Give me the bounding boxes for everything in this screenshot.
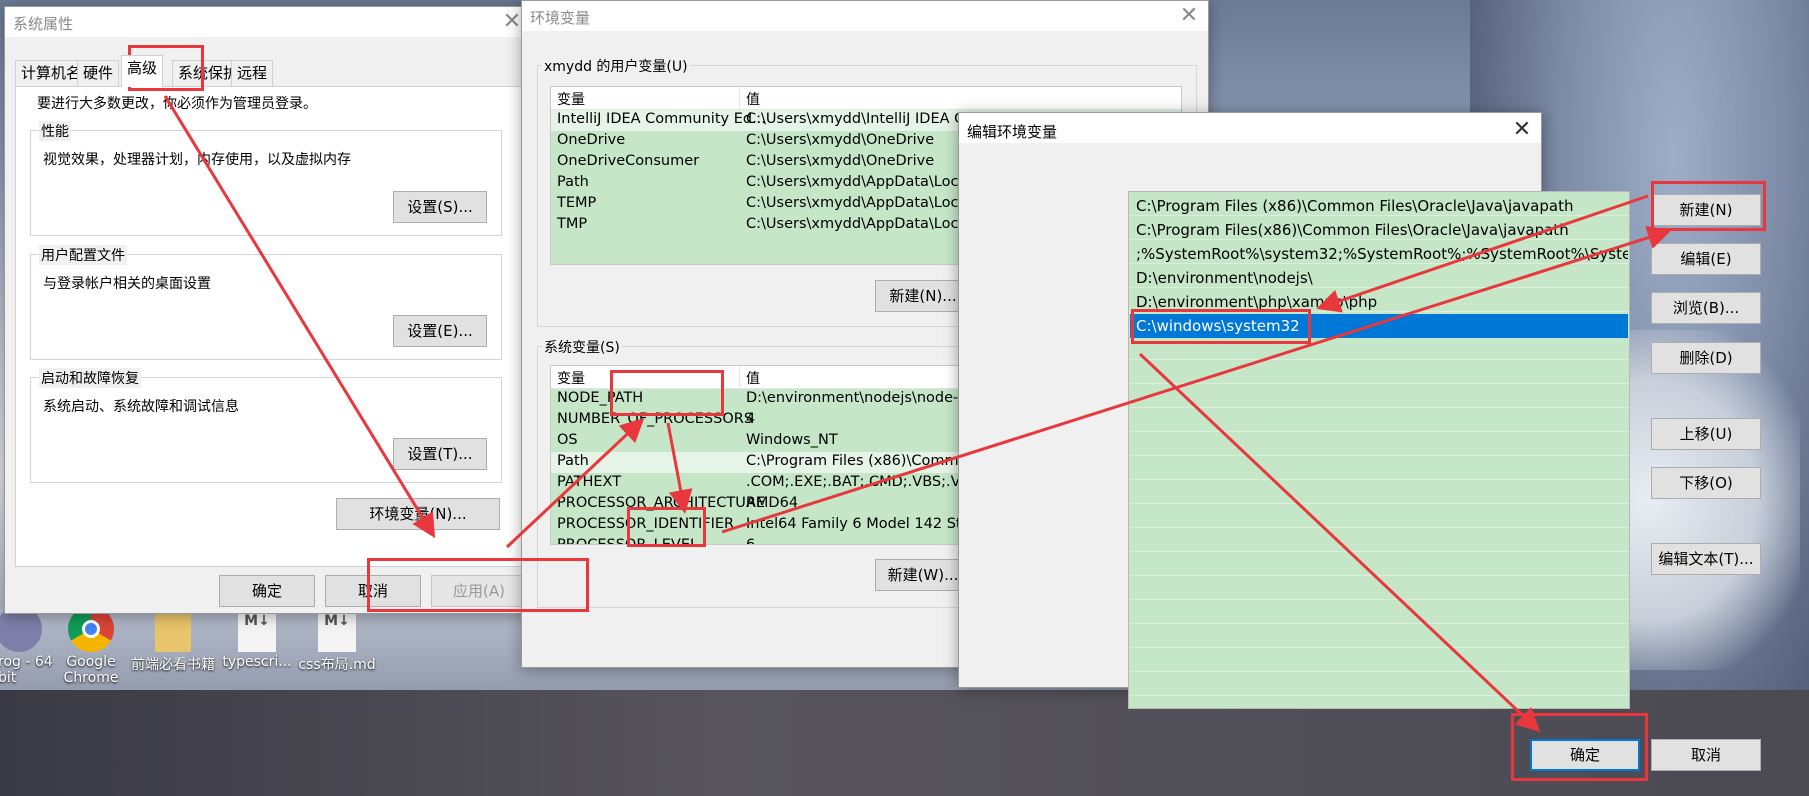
desktop-icon-label: css布局.md (298, 657, 376, 673)
column-header-value[interactable]: 值 (746, 89, 760, 109)
move-up-button[interactable]: 上移(U) (1651, 418, 1761, 450)
user-new-button[interactable]: 新建(N)... (875, 280, 971, 312)
title-bar[interactable]: 环境变量 ✕ (522, 1, 1208, 31)
admin-note: 要进行大多数更改，你必须作为管理员登录。 (37, 96, 317, 112)
column-header-value[interactable]: 值 (746, 368, 760, 388)
move-down-button[interactable]: 下移(O) (1651, 467, 1761, 499)
close-icon[interactable]: ✕ (1176, 3, 1202, 29)
user-profiles-group: 用户配置文件 与登录帐户相关的桌面设置 设置(E)... (30, 245, 502, 360)
group-description: 与登录帐户相关的桌面设置 (43, 276, 211, 292)
group-label: 启动和故障恢复 (39, 368, 141, 388)
system-properties-window: 系统属性 ✕ 计算机名 硬件 高级 系统保护 远程 要进行大多数更改，你必须作为… (4, 6, 532, 614)
performance-settings-button[interactable]: 设置(S)... (393, 191, 487, 223)
system-new-button[interactable]: 新建(W)... (875, 559, 971, 591)
tab-hardware[interactable]: 硬件 (77, 60, 120, 86)
title-bar[interactable]: 编辑环境变量 ✕ (959, 113, 1541, 143)
startup-recovery-group: 启动和故障恢复 系统启动、系统故障和调试信息 设置(T)... (30, 368, 502, 483)
edit-entry-button[interactable]: 编辑(E) (1651, 243, 1761, 275)
browse-button[interactable]: 浏览(B)... (1651, 292, 1761, 324)
annotation-box-env-button (367, 558, 589, 612)
group-label: 性能 (39, 121, 71, 141)
desktop-icon-books[interactable]: 前端必看书籍 (128, 606, 218, 674)
delete-button[interactable]: 删除(D) (1651, 342, 1761, 374)
desktop-icon-css[interactable]: M↓ css布局.md (292, 606, 382, 674)
window-title: 系统属性 (13, 15, 74, 33)
group-label: 用户配置文件 (39, 245, 127, 265)
ok-button[interactable]: 确定 (219, 575, 315, 607)
window-title: 编辑环境变量 (967, 123, 1058, 141)
group-description: 系统启动、系统故障和调试信息 (43, 399, 239, 415)
list-item[interactable]: C:\Program Files (x86)\Common Files\Orac… (1130, 194, 1628, 218)
desktop-icon-label: 前端必看书籍 (131, 657, 215, 673)
path-entries-list[interactable]: C:\Program Files (x86)\Common Files\Orac… (1128, 191, 1630, 709)
cancel-button[interactable]: 取消 (1651, 739, 1761, 771)
annotation-box-ok-button (1511, 713, 1648, 781)
edit-text-button[interactable]: 编辑文本(T)... (1651, 543, 1761, 575)
desktop-icon-typescript[interactable]: M↓ typescri... (212, 606, 302, 670)
list-item[interactable]: C:\Program Files(x86)\Common Files\Oracl… (1130, 218, 1628, 242)
list-header: 变量 值 (551, 87, 1181, 110)
desktop-icon-label: typescri... (222, 654, 292, 670)
annotation-box-new-entry (1131, 309, 1311, 344)
startup-settings-button[interactable]: 设置(T)... (393, 438, 487, 470)
desktop-icon-chrome[interactable]: Google Chrome (46, 606, 136, 686)
window-title: 环境变量 (530, 9, 591, 27)
list-item[interactable]: D:\environment\nodejs\ (1130, 266, 1628, 290)
column-header-variable[interactable]: 变量 (557, 368, 585, 388)
column-header-variable[interactable]: 变量 (557, 89, 585, 109)
group-label: xmydd 的用户变量(U) (542, 56, 690, 76)
title-bar[interactable]: 系统属性 ✕ (5, 7, 531, 37)
tab-remote[interactable]: 远程 (231, 60, 274, 86)
profile-settings-button[interactable]: 设置(E)... (393, 315, 487, 347)
annotation-box-system-vars (610, 370, 724, 416)
list-item[interactable]: ;%SystemRoot%\system32;%SystemRoot%;%Sys… (1130, 242, 1628, 266)
annotation-box-new-button (1651, 181, 1766, 231)
desktop-icon-label: Google Chrome (63, 654, 119, 686)
group-description: 视觉效果，处理器计划，内存使用，以及虚拟内存 (43, 152, 351, 168)
group-label: 系统变量(S) (542, 337, 622, 357)
environment-variables-button[interactable]: 环境变量(N)... (336, 498, 500, 530)
performance-group: 性能 视觉效果，处理器计划，内存使用，以及虚拟内存 设置(S)... (30, 121, 502, 236)
close-icon[interactable]: ✕ (1509, 117, 1535, 143)
annotation-box-path-row (627, 507, 706, 547)
tab-advanced[interactable]: 高级 (121, 55, 164, 87)
